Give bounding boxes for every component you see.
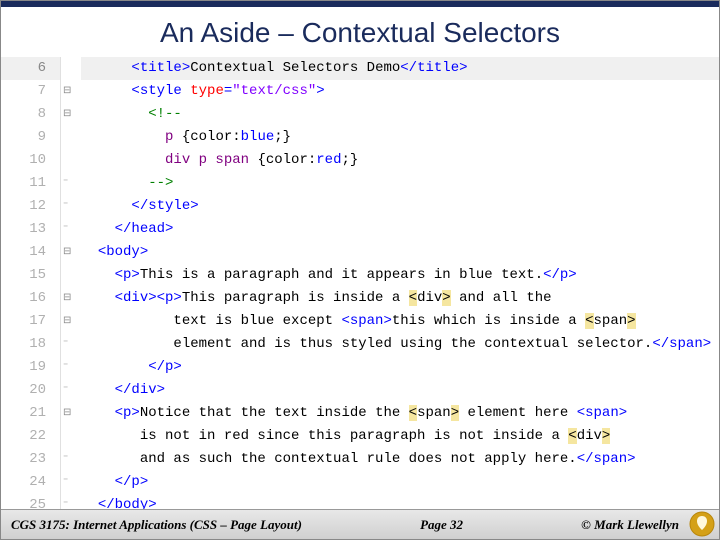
code-line: div p span {color:red;} (81, 149, 719, 172)
line-number: 14 (1, 241, 60, 264)
line-number: 22 (1, 425, 60, 448)
fold-marker (61, 57, 81, 80)
code-line: text is blue except <span>this which is … (81, 310, 719, 333)
line-number: 6 (1, 57, 60, 80)
fold-marker: ⁻ (61, 356, 81, 379)
fold-marker: ⁻ (61, 333, 81, 356)
line-number: 15 (1, 264, 60, 287)
code-line: <div><p>This paragraph is inside a <div>… (81, 287, 719, 310)
code-line: <!-- (81, 103, 719, 126)
code-line: <p>This is a paragraph and it appears in… (81, 264, 719, 287)
fold-column: ⊟⊟⁻⁻⁻⊟⊟⊟⁻⁻⁻⊟⁻⁻⁻ (61, 57, 81, 527)
fold-marker: ⁻ (61, 448, 81, 471)
line-number: 16 (1, 287, 60, 310)
line-number: 12 (1, 195, 60, 218)
fold-marker: ⁻ (61, 379, 81, 402)
line-number: 9 (1, 126, 60, 149)
code-line: <title>Contextual Selectors Demo</title> (81, 57, 719, 80)
fold-marker (61, 149, 81, 172)
fold-marker (61, 126, 81, 149)
fold-marker (61, 425, 81, 448)
code-line: is not in red since this paragraph is no… (81, 425, 719, 448)
slide: An Aside – Contextual Selectors 67891011… (0, 0, 720, 540)
fold-marker: ⁻ (61, 471, 81, 494)
code-line: and as such the contextual rule does not… (81, 448, 719, 471)
fold-marker (61, 264, 81, 287)
slide-footer: CGS 3175: Internet Applications (CSS – P… (1, 509, 719, 539)
footer-page: Page 32 (302, 517, 581, 533)
line-number: 7 (1, 80, 60, 103)
code-line: </style> (81, 195, 719, 218)
code-line: --> (81, 172, 719, 195)
line-number: 13 (1, 218, 60, 241)
ucf-logo-icon (689, 511, 715, 537)
code-line: </p> (81, 471, 719, 494)
fold-marker: ⊟ (61, 241, 81, 264)
fold-marker: ⊟ (61, 402, 81, 425)
code-line: </div> (81, 379, 719, 402)
fold-marker: ⊟ (61, 287, 81, 310)
code-line: </p> (81, 356, 719, 379)
line-number: 21 (1, 402, 60, 425)
line-number: 24 (1, 471, 60, 494)
fold-marker: ⁻ (61, 172, 81, 195)
code-line: <style type="text/css"> (81, 80, 719, 103)
code-line: <p>Notice that the text inside the <span… (81, 402, 719, 425)
code-area: <title>Contextual Selectors Demo</title>… (81, 57, 719, 527)
slide-title: An Aside – Contextual Selectors (1, 7, 719, 57)
line-number: 20 (1, 379, 60, 402)
footer-copyright: © Mark Llewellyn (581, 517, 679, 533)
line-number: 23 (1, 448, 60, 471)
line-number: 11 (1, 172, 60, 195)
code-line: <body> (81, 241, 719, 264)
line-number: 10 (1, 149, 60, 172)
code-line: </head> (81, 218, 719, 241)
line-number: 19 (1, 356, 60, 379)
code-line: element and is thus styled using the con… (81, 333, 719, 356)
line-number: 17 (1, 310, 60, 333)
fold-marker: ⊟ (61, 310, 81, 333)
footer-left: CGS 3175: Internet Applications (CSS – P… (11, 517, 302, 533)
fold-marker: ⁻ (61, 195, 81, 218)
fold-marker: ⊟ (61, 80, 81, 103)
line-number: 8 (1, 103, 60, 126)
line-number: 18 (1, 333, 60, 356)
code-editor: 678910111213141516171819202122232425 ⊟⊟⁻… (1, 57, 719, 527)
fold-marker: ⁻ (61, 218, 81, 241)
code-line: p {color:blue;} (81, 126, 719, 149)
line-number-gutter: 678910111213141516171819202122232425 (1, 57, 61, 527)
fold-marker: ⊟ (61, 103, 81, 126)
